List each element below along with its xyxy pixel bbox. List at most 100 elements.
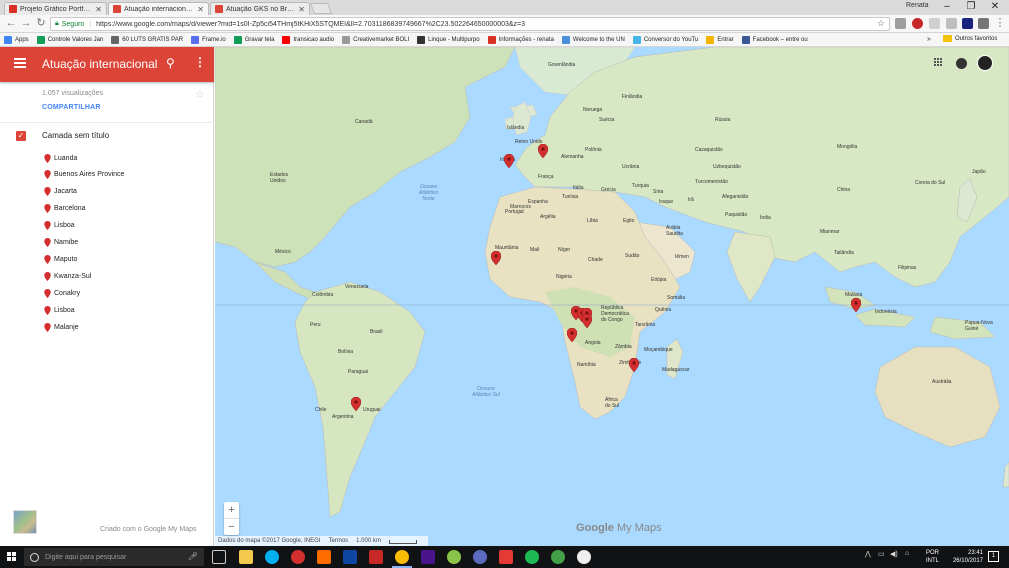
action-center-icon[interactable]: 1 — [988, 551, 999, 562]
place-list-item[interactable]: Lisboa — [44, 304, 75, 316]
bookmark-item[interactable]: Frame.io — [191, 35, 226, 44]
bookmark-item[interactable]: Gravar tela — [233, 35, 274, 44]
close-tab-icon[interactable]: ✕ — [95, 5, 102, 14]
map-marker-icon[interactable] — [582, 314, 592, 328]
search-icon[interactable]: ⚲ — [166, 56, 175, 70]
bookmark-item[interactable]: Controle Valores Jan — [36, 35, 103, 44]
place-list-item[interactable]: Conakry — [44, 287, 80, 299]
spotify-icon[interactable] — [525, 550, 539, 564]
file-explorer-icon[interactable] — [239, 550, 253, 564]
google-apps-icon[interactable] — [934, 58, 944, 68]
place-list-item[interactable]: Namibe — [44, 237, 78, 249]
more-options-icon[interactable]: ⋮ — [194, 55, 206, 69]
map-marker-icon[interactable] — [851, 298, 861, 312]
map-label-chad: Chade — [588, 257, 603, 263]
app-icon-2[interactable] — [577, 550, 591, 564]
place-list-item[interactable]: Malanje — [44, 321, 79, 333]
input-language[interactable]: POR INTL — [926, 549, 939, 565]
volume-icon[interactable]: ◀) — [890, 550, 898, 558]
star-icon[interactable]: ☆ — [195, 88, 205, 101]
app-icon[interactable] — [447, 550, 461, 564]
map-marker-icon[interactable] — [351, 397, 361, 411]
place-list-item[interactable]: Kwanza-Sul — [44, 270, 91, 282]
skype-icon[interactable] — [265, 550, 279, 564]
place-list-item[interactable]: Lisboa — [44, 220, 75, 232]
map-canvas[interactable]: Oceano Atlântico Norte Oceano Atlântico S… — [215, 47, 1009, 546]
close-tab-icon[interactable]: ✕ — [197, 5, 204, 14]
avatar[interactable] — [977, 55, 993, 71]
vpn-icon[interactable] — [473, 550, 487, 564]
place-list-item[interactable]: Barcelona — [44, 203, 86, 215]
terms-link[interactable]: Termos — [328, 536, 348, 546]
notifications-icon[interactable] — [956, 58, 967, 69]
profile-name[interactable]: Renata — [906, 2, 929, 9]
bookmark-item[interactable]: Creativemarket BOLI — [342, 35, 409, 44]
bookmark-item[interactable]: Entrar — [706, 35, 734, 44]
bookmark-item[interactable]: Apps — [4, 35, 29, 44]
tray-icon[interactable]: ▭ — [878, 550, 885, 558]
minimize-button[interactable]: – — [936, 0, 958, 14]
map-marker-icon[interactable] — [491, 251, 501, 265]
trello-extension-icon[interactable] — [962, 18, 973, 29]
bookmark-item[interactable]: 60 LUTS GRATIS PAR — [111, 35, 183, 44]
shield-extension-icon[interactable] — [946, 18, 957, 29]
windows-start-icon[interactable] — [7, 552, 17, 562]
bookmarks-overflow-button[interactable]: » — [927, 36, 931, 43]
bookmark-item[interactable]: Linque - Multipurpo — [417, 35, 480, 44]
other-bookmarks-folder[interactable]: Outros favoritos — [943, 35, 997, 42]
bookmark-item[interactable]: transicao audio — [282, 35, 334, 44]
place-list-item[interactable]: Jacarta — [44, 186, 77, 198]
premiere-icon[interactable] — [421, 550, 435, 564]
reload-icon[interactable]: ↻ — [35, 17, 47, 30]
share-button[interactable]: COMPARTILHAR — [42, 104, 101, 111]
whatsapp-icon[interactable] — [551, 550, 565, 564]
maximize-button[interactable]: ❐ — [960, 0, 982, 14]
tab-projeto-grafico[interactable]: Projeto Gráfico Portfolio ✕ — [4, 2, 107, 15]
menu-icon[interactable] — [14, 58, 26, 68]
acrobat-icon[interactable] — [369, 550, 383, 564]
bookmark-star-icon[interactable]: ☆ — [877, 18, 885, 29]
microphone-icon[interactable]: 🎤︎ — [188, 552, 198, 561]
network-icon[interactable]: ⌂ — [905, 550, 909, 557]
illustrator-icon[interactable] — [317, 550, 331, 564]
zoom-out-button[interactable]: − — [224, 519, 239, 535]
system-clock[interactable]: 23:41 26/10/2017 — [945, 549, 983, 565]
map-marker-icon[interactable] — [538, 144, 548, 158]
chrome-icon[interactable] — [392, 550, 412, 568]
taskbar-search[interactable]: Digite aqui para pesquisar 🎤︎ — [24, 548, 204, 566]
bookmark-item[interactable]: Facebook – entre ou — [741, 35, 808, 44]
photoshop-icon[interactable] — [343, 550, 357, 564]
map-marker-icon[interactable] — [567, 328, 577, 342]
close-window-button[interactable]: ✕ — [984, 0, 1006, 14]
scale-label[interactable]: 1.000 km — [356, 536, 381, 546]
map-marker-icon[interactable] — [504, 154, 514, 168]
back-arrow-icon[interactable]: ← — [5, 17, 17, 30]
adblock-extension-icon[interactable] — [912, 18, 923, 29]
base-map-thumbnail[interactable] — [13, 510, 37, 534]
zoom-in-button[interactable]: + — [224, 502, 239, 518]
opera-icon[interactable] — [291, 550, 305, 564]
new-tab-button[interactable] — [309, 3, 333, 14]
map-pin-icon — [44, 305, 51, 315]
bookmark-item[interactable]: Welcome to the UN — [561, 35, 625, 44]
people-icon[interactable]: ⋀ — [865, 550, 871, 558]
chrome-menu-icon[interactable]: ⋮ — [994, 17, 1006, 30]
layer-checkbox[interactable]: ✓ — [16, 131, 26, 141]
place-list-item[interactable]: Buenos Aires Province — [44, 169, 124, 181]
forward-arrow-icon[interactable]: → — [20, 17, 32, 30]
address-bar[interactable]: 🔒︎ Seguro | https://www.google.com/maps/… — [50, 17, 890, 31]
bookmark-item[interactable]: Conversor do YouTu — [632, 35, 698, 44]
place-list-item[interactable]: Luanda — [44, 152, 77, 164]
created-with-credit[interactable]: Criado com o Google My Maps — [100, 526, 196, 533]
map-marker-icon[interactable] — [629, 358, 639, 372]
tab-atuacao-internacional[interactable]: Atuação internacional da ✕ — [108, 2, 209, 15]
bookmark-item[interactable]: Informações - renata — [487, 35, 554, 44]
tab-atuacao-brasil[interactable]: Atuação GKS no Brasil ✕ — [210, 2, 310, 15]
camera-extension-icon[interactable] — [895, 18, 906, 29]
place-list-item[interactable]: Maputo — [44, 253, 77, 265]
close-tab-icon[interactable]: ✕ — [298, 5, 305, 14]
task-view-icon[interactable] — [212, 550, 226, 564]
cast-extension-icon[interactable] — [978, 18, 989, 29]
powerpoint-icon[interactable] — [499, 550, 513, 564]
extension-icon[interactable] — [929, 18, 940, 29]
